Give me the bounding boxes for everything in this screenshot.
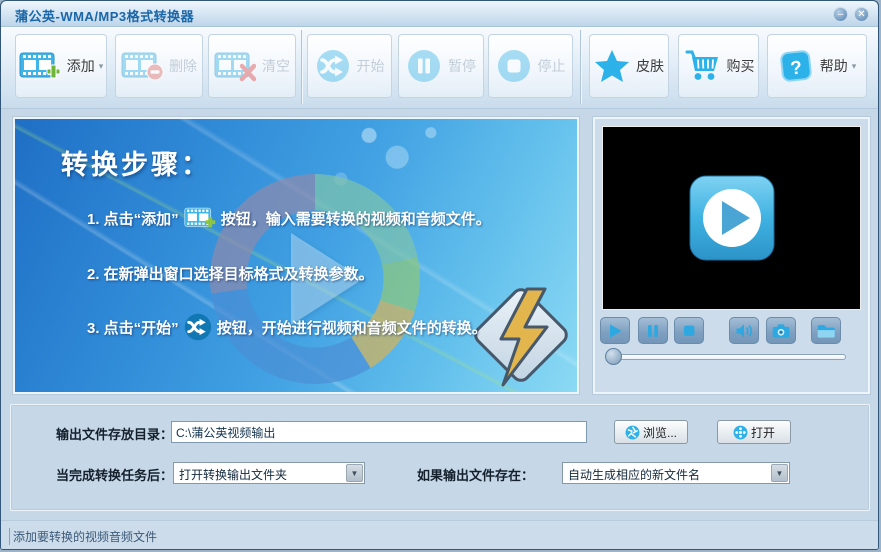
seek-slider-thumb[interactable] bbox=[605, 348, 622, 365]
instruction-step-3: 3. 点击“开始” 按钮，开始进行视频和音频文件的转换。 bbox=[87, 313, 487, 341]
status-text: 添加要转换的视频音频文件 bbox=[9, 528, 157, 545]
lightning-bolt-icon bbox=[499, 287, 549, 387]
open-button[interactable]: 打开 bbox=[717, 420, 791, 444]
after-task-label: 当完成转换任务后： bbox=[56, 468, 174, 483]
skin-button[interactable]: 皮肤 bbox=[589, 34, 669, 98]
volume-button[interactable] bbox=[729, 317, 759, 344]
pause-button-label: 暂停 bbox=[448, 58, 476, 74]
browse-aperture-icon bbox=[625, 425, 640, 439]
film-delete-icon bbox=[121, 49, 163, 83]
stop-button-label: 停止 bbox=[537, 58, 566, 74]
film-add-icon bbox=[19, 49, 61, 83]
big-play-icon[interactable] bbox=[686, 173, 778, 263]
open-folder-button[interactable] bbox=[811, 317, 841, 344]
film-clear-icon bbox=[214, 49, 256, 83]
output-dir-label: 输出文件存放目录： bbox=[56, 427, 174, 442]
minimize-icon: – bbox=[837, 9, 844, 20]
snapshot-icon bbox=[772, 323, 790, 338]
seek-slider[interactable] bbox=[605, 348, 846, 365]
instructions-heading: 转换步骤： bbox=[61, 150, 211, 180]
instruction-step-2: 2. 在新弹出窗口选择目标格式及转换参数。 bbox=[87, 266, 374, 283]
buy-button[interactable]: 购买 bbox=[678, 34, 759, 98]
play-icon bbox=[610, 323, 622, 338]
pause-circle-icon bbox=[406, 48, 442, 84]
minimize-button[interactable]: – bbox=[833, 7, 848, 22]
folder-icon bbox=[817, 324, 835, 338]
clear-button[interactable]: 清空 bbox=[208, 34, 296, 98]
stop-circle-icon bbox=[496, 48, 532, 84]
browse-button[interactable]: 浏览... bbox=[614, 420, 688, 444]
toolbar: 添加 ▾ 删除 清空 开始 暂停 停止 皮肤 购买 ? 帮助 ▾ bbox=[1, 27, 878, 109]
start-shuffle-icon bbox=[315, 48, 351, 84]
toolbar-separator bbox=[301, 30, 302, 104]
open-button-label: 打开 bbox=[750, 425, 775, 440]
snapshot-button[interactable] bbox=[766, 317, 796, 344]
start-button[interactable]: 开始 bbox=[307, 34, 392, 98]
preview-panel bbox=[593, 117, 870, 394]
chevron-down-icon[interactable]: ▼ bbox=[771, 464, 788, 482]
toolbar-separator bbox=[580, 30, 581, 104]
preview-stop-button[interactable] bbox=[674, 317, 704, 344]
help-button-label: 帮助 bbox=[819, 58, 848, 74]
chevron-down-icon: ▾ bbox=[851, 60, 857, 71]
pause-icon bbox=[648, 324, 658, 337]
window-title: 蒲公英-WMA/MP3格式转换器 bbox=[15, 9, 195, 24]
chevron-down-icon: ▾ bbox=[98, 60, 104, 71]
clear-button-label: 清空 bbox=[262, 58, 290, 74]
close-icon: ✕ bbox=[857, 9, 866, 20]
svg-text:?: ? bbox=[789, 57, 803, 79]
film-add-icon bbox=[184, 205, 216, 231]
add-button[interactable]: 添加 ▾ bbox=[15, 34, 107, 98]
start-shuffle-icon bbox=[184, 313, 212, 341]
if-exists-select[interactable]: 自动生成相应的新文件名 ▼ bbox=[562, 462, 790, 484]
output-dir-input[interactable] bbox=[171, 421, 587, 443]
close-button[interactable]: ✕ bbox=[854, 7, 869, 22]
after-task-select[interactable]: 打开转换输出文件夹 ▼ bbox=[173, 462, 365, 484]
after-task-value: 打开转换输出文件夹 bbox=[179, 468, 288, 482]
if-exists-label: 如果输出文件存在： bbox=[417, 468, 535, 483]
film-reel-icon bbox=[733, 425, 748, 439]
output-settings-group: 输出文件存放目录： 浏览... 打开 当完成转换任务后： 打开转换输出文件夹 ▼… bbox=[10, 404, 870, 511]
help-icon: ? bbox=[778, 48, 814, 84]
skin-star-icon bbox=[594, 49, 630, 83]
add-button-label: 添加 bbox=[66, 58, 95, 74]
help-button[interactable]: ? 帮助 ▾ bbox=[767, 34, 867, 98]
preview-play-button[interactable] bbox=[600, 317, 630, 344]
delete-button-label: 删除 bbox=[169, 58, 197, 74]
buy-button-label: 购买 bbox=[726, 58, 755, 74]
statusbar: 添加要转换的视频音频文件 bbox=[1, 520, 878, 549]
if-exists-value: 自动生成相应的新文件名 bbox=[568, 468, 701, 482]
skin-button-label: 皮肤 bbox=[636, 58, 664, 74]
start-button-label: 开始 bbox=[356, 58, 385, 74]
pause-button[interactable]: 暂停 bbox=[398, 34, 484, 98]
stop-icon bbox=[684, 325, 695, 336]
volume-icon bbox=[736, 323, 753, 338]
stop-button[interactable]: 停止 bbox=[488, 34, 573, 98]
instructions-panel: 转换步骤： 1. 点击“添加” 按钮，输入需要转换的视频和音频文件。 2. 在新… bbox=[13, 117, 579, 394]
video-preview bbox=[602, 126, 861, 310]
titlebar: 蒲公英-WMA/MP3格式转换器 – ✕ bbox=[1, 1, 878, 27]
chevron-down-icon[interactable]: ▼ bbox=[346, 464, 363, 482]
app-window: 蒲公英-WMA/MP3格式转换器 – ✕ 添加 ▾ 删除 清空 开始 暂停 停止… bbox=[0, 0, 879, 550]
delete-button[interactable]: 删除 bbox=[115, 34, 203, 98]
buy-cart-icon bbox=[683, 49, 721, 83]
preview-pause-button[interactable] bbox=[638, 317, 668, 344]
instruction-step-1: 1. 点击“添加” 按钮，输入需要转换的视频和音频文件。 bbox=[87, 205, 491, 231]
browse-button-label: 浏览... bbox=[642, 425, 677, 440]
